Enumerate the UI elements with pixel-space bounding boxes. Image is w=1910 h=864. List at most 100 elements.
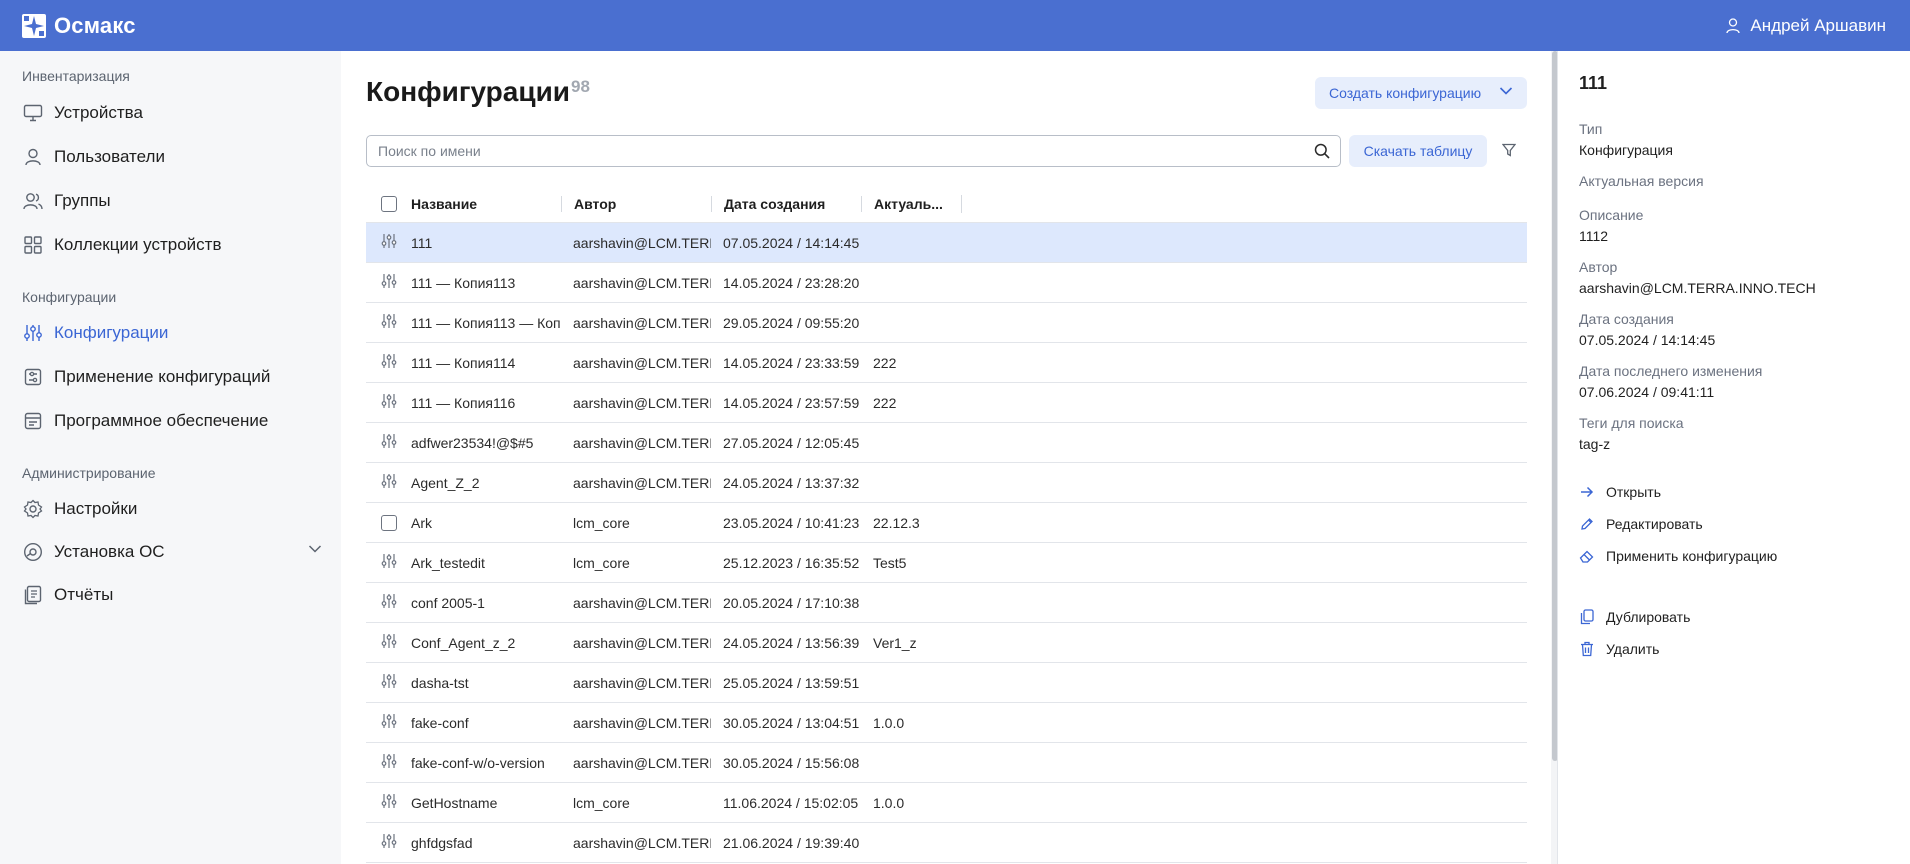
- select-all-checkbox[interactable]: [380, 196, 397, 212]
- sliders-icon[interactable]: [381, 633, 397, 652]
- reports-icon: [22, 584, 44, 606]
- search-input[interactable]: [367, 136, 1297, 166]
- column-divider: [961, 195, 962, 213]
- create-configuration-label: Создать конфигурацию: [1329, 85, 1482, 101]
- details-type-label: Тип: [1579, 121, 1603, 137]
- row-icon-cell: [366, 353, 411, 372]
- table-row[interactable]: fake-conf-w/o-version aarshavin@LCM.TERRA…: [366, 743, 1527, 783]
- cell-author: aarshavin@LCM.TERRA.INNO.TECH: [573, 394, 711, 411]
- cell-name: Conf_Agent_z_2: [411, 634, 516, 651]
- section-administration: Администрирование: [22, 465, 156, 481]
- table-row[interactable]: Ark_testedit lcm_core 25.12.2023 / 16:35:5…: [366, 543, 1527, 583]
- duplicate-action[interactable]: Дублировать: [1579, 606, 1690, 628]
- details-tags-value: tag-z: [1579, 436, 1611, 452]
- table-row[interactable]: fake-conf aarshavin@LCM.TERRA.INNO.TECH 30…: [366, 703, 1527, 743]
- sidebar-item-users[interactable]: Пользователи: [22, 141, 322, 173]
- details-type-value: Конфигурация: [1579, 142, 1673, 158]
- sliders-icon[interactable]: [381, 833, 397, 852]
- row-icon-cell: [366, 473, 411, 492]
- row-icon-cell: [366, 553, 411, 572]
- sidebar-item-apply-configurations[interactable]: Применение конфигураций: [22, 361, 322, 393]
- sidebar-item-label: Конфигурации: [54, 323, 169, 342]
- brand[interactable]: Осмакс: [22, 13, 136, 39]
- sidebar-item-label: Настройки: [54, 499, 138, 518]
- sliders-icon[interactable]: [381, 273, 397, 292]
- sliders-icon[interactable]: [381, 393, 397, 412]
- table-row[interactable]: 111 — Копия113 aarshavin@LCM.TERRA.INNO.T…: [366, 263, 1527, 303]
- sliders-icon[interactable]: [381, 553, 397, 572]
- cell-version: 1.0.0: [873, 794, 905, 811]
- table-row[interactable]: GetHostname lcm_core 11.06.2024 / 15:02:05…: [366, 783, 1527, 823]
- sidebar-item-settings[interactable]: Настройки: [22, 493, 322, 525]
- row-icon-cell: [366, 514, 411, 531]
- cell-author: aarshavin@LCM.TERRA.INNO.TECH: [573, 234, 711, 251]
- sidebar-item-configurations[interactable]: Конфигурации: [22, 317, 322, 349]
- apply-configuration-action[interactable]: Применить конфигурацию: [1579, 545, 1777, 567]
- sliders-icon[interactable]: [381, 593, 397, 612]
- download-table-button[interactable]: Скачать таблицу: [1349, 135, 1487, 167]
- sidebar-item-reports[interactable]: Отчёты: [22, 579, 322, 611]
- table-row[interactable]: ghfdgsfad aarshavin@LCM.TERRA.INNO.TECH 21…: [366, 823, 1527, 863]
- sliders-icon[interactable]: [381, 793, 397, 812]
- cell-created: 21.06.2024 / 19:39:40: [723, 834, 860, 851]
- filter-icon[interactable]: [1502, 143, 1516, 157]
- table-row[interactable]: Conf_Agent_z_2 aarshavin@LCM.TERRA.INNO.T…: [366, 623, 1527, 663]
- cell-author: aarshavin@LCM.TERRA.INNO.TECH: [573, 434, 711, 451]
- table-row[interactable]: conf 2005-1 aarshavin@LCM.TERRA.INNO.TECH…: [366, 583, 1527, 623]
- column-header-name[interactable]: Название: [411, 196, 561, 212]
- table-row[interactable]: 111 aarshavin@LCM.TERRA.INNO.TECH 07.05.20…: [366, 223, 1527, 263]
- cell-author: aarshavin@LCM.TERRA.INNO.TECH: [573, 354, 711, 371]
- cell-name: ghfdgsfad: [411, 834, 473, 851]
- cell-name: GetHostname: [411, 794, 498, 811]
- sliders-icon[interactable]: [381, 473, 397, 492]
- table-row[interactable]: Agent_Z_2 aarshavin@LCM.TERRA.INNO.TECH 24…: [366, 463, 1527, 503]
- cell-author: lcm_core: [573, 794, 630, 811]
- sidebar-item-devices[interactable]: Устройства: [22, 97, 322, 129]
- column-header-version[interactable]: Актуаль...: [861, 196, 961, 212]
- search-icon[interactable]: [1314, 143, 1330, 159]
- cell-created: 27.05.2024 / 12:05:45: [723, 434, 860, 451]
- sliders-icon[interactable]: [381, 433, 397, 452]
- cell-author: aarshavin@LCM.TERRA.INNO.TECH: [573, 834, 711, 851]
- table-body: 111 aarshavin@LCM.TERRA.INNO.TECH 07.05.20…: [366, 223, 1527, 863]
- cell-created: 29.05.2024 / 09:55:20: [723, 314, 860, 331]
- sidebar-item-groups[interactable]: Группы: [22, 185, 322, 217]
- sliders-icon[interactable]: [381, 713, 397, 732]
- cell-author: lcm_core: [573, 554, 630, 571]
- user-menu[interactable]: Андрей Аршавин: [1726, 0, 1886, 51]
- table-row[interactable]: 111 — Копия113 — Копия aarshavin@LCM.TERR…: [366, 303, 1527, 343]
- sliders-icon[interactable]: [381, 233, 397, 252]
- sliders-icon[interactable]: [381, 353, 397, 372]
- table-row[interactable]: 111 — Копия116 aarshavin@LCM.TERRA.INNO.T…: [366, 383, 1527, 423]
- sliders-icon[interactable]: [381, 313, 397, 332]
- edit-action[interactable]: Редактировать: [1579, 513, 1703, 535]
- sidebar-item-os-install[interactable]: Установка ОС: [22, 536, 322, 568]
- sliders-icon[interactable]: [381, 673, 397, 692]
- chevron-down-icon[interactable]: [308, 544, 322, 554]
- sidebar-item-software[interactable]: Программное обеспечение: [22, 405, 322, 437]
- cell-version: 222: [873, 394, 897, 411]
- cell-name: 111 — Копия116: [411, 394, 516, 411]
- table-row[interactable]: dasha-tst aarshavin@LCM.TERRA.INNO.TECH 25…: [366, 663, 1527, 703]
- open-action[interactable]: Открыть: [1579, 481, 1661, 503]
- cell-name: dasha-tst: [411, 674, 469, 691]
- cell-version: 1.0.0: [873, 714, 905, 731]
- column-header-author[interactable]: Автор: [561, 196, 711, 212]
- os-install-icon: [22, 541, 44, 563]
- table-row[interactable]: 111 — Копия114 aarshavin@LCM.TERRA.INNO.T…: [366, 343, 1527, 383]
- row-checkbox[interactable]: [380, 514, 397, 531]
- delete-action[interactable]: Удалить: [1579, 638, 1659, 660]
- row-icon-cell: [366, 433, 411, 452]
- sliders-icon[interactable]: [381, 753, 397, 772]
- create-configuration-button[interactable]: Создать конфигурацию: [1315, 77, 1527, 109]
- sidebar-item-device-collections[interactable]: Коллекции устройств: [22, 229, 322, 261]
- table-row[interactable]: adfwer23534!@$#5 aarshavin@LCM.TERRA.INNO…: [366, 423, 1527, 463]
- sidebar-item-label: Отчёты: [54, 585, 114, 604]
- user-icon: [1726, 17, 1741, 33]
- search-box: [366, 135, 1341, 167]
- cell-created: 14.05.2024 / 23:28:20: [723, 274, 860, 291]
- apply-configuration-label: Применить конфигурацию: [1606, 548, 1778, 564]
- table-row[interactable]: Ark lcm_core 23.05.2024 / 10:41:23 22.12.3: [366, 503, 1527, 543]
- column-header-created[interactable]: Дата создания: [711, 196, 861, 212]
- sidebar: Инвентаризация Устройства Пользователи Г…: [0, 51, 341, 864]
